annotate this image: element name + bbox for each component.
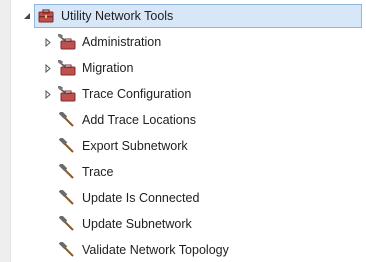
expand-arrow-icon[interactable] [43, 30, 53, 54]
tree-root-utility-network-tools[interactable]: Utility Network Tools [34, 4, 362, 28]
tool-update-subnetwork[interactable]: Update Subnetwork [58, 212, 192, 236]
tree-item-label: Validate Network Topology [82, 243, 229, 257]
panel-left-edge [0, 0, 11, 262]
hammer-icon [58, 242, 76, 258]
toolset-icon [58, 86, 76, 102]
expand-arrow-icon[interactable] [43, 82, 53, 106]
tool-validate-network-topology[interactable]: Validate Network Topology [58, 238, 229, 262]
toolset-migration[interactable]: Migration [58, 56, 133, 80]
toolbox-tree-panel: Utility Network Tools Administration Mig… [0, 0, 366, 262]
toolset-icon [58, 34, 76, 50]
hammer-icon [58, 138, 76, 154]
tree-item-label: Trace Configuration [82, 87, 192, 101]
tree-root-label: Utility Network Tools [61, 9, 174, 23]
hammer-icon [58, 112, 76, 128]
tree-item-label: Add Trace Locations [82, 113, 196, 127]
hammer-icon [58, 216, 76, 232]
tree-item-label: Export Subnetwork [82, 139, 188, 153]
tool-add-trace-locations[interactable]: Add Trace Locations [58, 108, 196, 132]
toolset-trace-configuration[interactable]: Trace Configuration [58, 82, 191, 106]
tree-item-label: Update Subnetwork [82, 217, 192, 231]
tool-export-subnetwork[interactable]: Export Subnetwork [58, 134, 188, 158]
tree-item-label: Update Is Connected [82, 191, 200, 205]
hammer-icon [58, 164, 76, 180]
tool-update-is-connected[interactable]: Update Is Connected [58, 186, 199, 210]
toolset-administration[interactable]: Administration [58, 30, 161, 54]
tree-item-label: Administration [82, 35, 162, 49]
toolset-icon [58, 60, 76, 76]
collapse-arrow-icon[interactable] [22, 4, 32, 28]
hammer-icon [58, 190, 76, 206]
tree-item-label: Migration [82, 61, 134, 75]
toolbox-icon [37, 8, 55, 24]
tree-item-label: Trace [82, 165, 114, 179]
tool-trace[interactable]: Trace [58, 160, 114, 184]
expand-arrow-icon[interactable] [43, 56, 53, 80]
